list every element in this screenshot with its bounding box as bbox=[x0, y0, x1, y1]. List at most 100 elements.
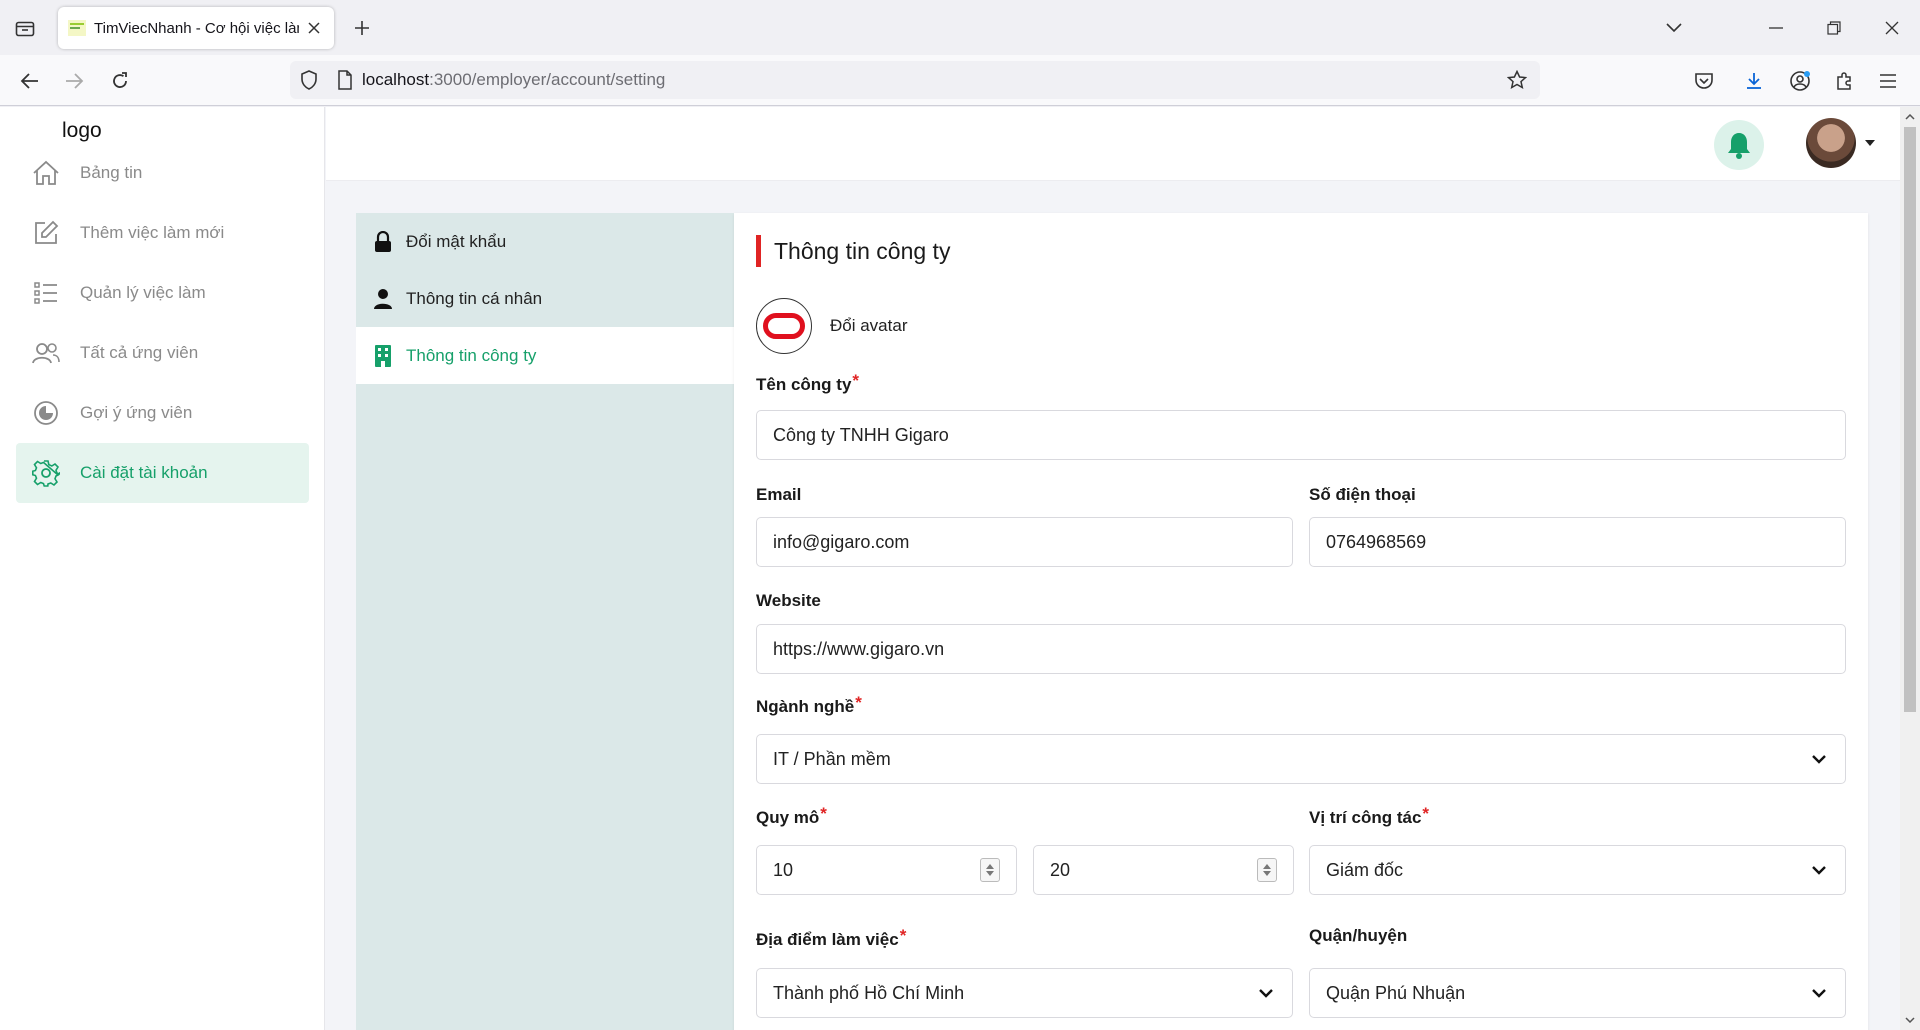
url-bar[interactable]: localhost:3000/employer/account/setting bbox=[290, 61, 1540, 99]
company-logo-ring bbox=[763, 313, 805, 339]
required-mark: * bbox=[1422, 804, 1430, 823]
tab-list-icon[interactable] bbox=[12, 16, 38, 40]
sidebar: logo Bảng tin Thêm việc làm mới Quản lý … bbox=[0, 107, 325, 1030]
pie-icon bbox=[30, 397, 62, 429]
scroll-down-icon[interactable] bbox=[1904, 1014, 1916, 1026]
users-icon bbox=[30, 337, 62, 369]
menu-item-personal-info[interactable]: Thông tin cá nhân bbox=[356, 270, 734, 327]
chevron-down-icon bbox=[1809, 749, 1829, 769]
extensions-icon[interactable] bbox=[1828, 65, 1860, 97]
home-icon bbox=[30, 157, 62, 189]
company-logo[interactable] bbox=[756, 298, 812, 354]
account-icon[interactable] bbox=[1784, 65, 1816, 97]
industry-value: IT / Phần mềm bbox=[773, 748, 891, 769]
industry-label: Ngành nghề* bbox=[756, 693, 862, 717]
sidebar-item-account-settings[interactable]: Cài đặt tài khoản bbox=[16, 443, 309, 503]
location-select[interactable]: Thành phố Hồ Chí Minh bbox=[756, 968, 1293, 1018]
size-min-input[interactable]: 10 bbox=[756, 845, 1017, 895]
back-icon[interactable] bbox=[14, 65, 46, 97]
size-max-value: 20 bbox=[1050, 859, 1071, 880]
reload-icon[interactable] bbox=[104, 65, 136, 97]
chevron-down-icon bbox=[1256, 983, 1276, 1003]
phone-value: 0764968569 bbox=[1326, 531, 1427, 552]
location-label: Địa điểm làm việc* bbox=[756, 926, 906, 950]
sidebar-item-news[interactable]: Bảng tin bbox=[16, 143, 309, 203]
position-select[interactable]: Giám đốc bbox=[1309, 845, 1846, 895]
user-icon bbox=[372, 288, 394, 310]
email-input[interactable]: info@gigaro.com bbox=[756, 517, 1293, 567]
menu-item-label: Đổi mật khẩu bbox=[406, 231, 507, 251]
industry-label-text: Ngành nghề bbox=[756, 697, 855, 716]
sidebar-item-add-job[interactable]: Thêm việc làm mới bbox=[16, 203, 309, 263]
district-select[interactable]: Quận Phú Nhuận bbox=[1309, 968, 1846, 1018]
size-label-text: Quy mô bbox=[756, 808, 820, 827]
notification-bell-icon[interactable] bbox=[1714, 120, 1764, 170]
menu-item-change-password[interactable]: Đổi mật khẩu bbox=[356, 213, 734, 270]
company-name-input[interactable]: Công ty TNHH Gigaro bbox=[756, 410, 1846, 460]
restore-icon[interactable] bbox=[1820, 14, 1848, 42]
new-tab-button[interactable] bbox=[348, 14, 376, 42]
page-scrollbar[interactable] bbox=[1900, 107, 1920, 1030]
number-stepper-icon[interactable] bbox=[1257, 858, 1277, 882]
location-value: Thành phố Hồ Chí Minh bbox=[773, 982, 965, 1003]
url-host: localhost bbox=[362, 70, 430, 89]
sidebar-item-label: Cài đặt tài khoản bbox=[80, 463, 208, 482]
close-window-icon[interactable] bbox=[1878, 14, 1906, 42]
bookmark-star-icon[interactable] bbox=[1506, 69, 1528, 91]
scroll-up-icon[interactable] bbox=[1904, 111, 1916, 123]
logo[interactable]: logo bbox=[62, 119, 102, 143]
minimize-icon[interactable] bbox=[1762, 14, 1790, 42]
url-path: :3000/employer/account/setting bbox=[429, 70, 666, 89]
sidebar-item-all-candidates[interactable]: Tất cả ứng viên bbox=[16, 323, 309, 383]
menu-item-label: Thông tin cá nhân bbox=[406, 288, 543, 308]
position-label-text: Vị trí công tác bbox=[1309, 808, 1422, 827]
pocket-icon[interactable] bbox=[1688, 65, 1720, 97]
required-mark: * bbox=[855, 693, 862, 712]
shield-icon[interactable] bbox=[298, 69, 320, 91]
user-avatar[interactable] bbox=[1806, 118, 1856, 168]
phone-input[interactable]: 0764968569 bbox=[1309, 517, 1846, 567]
size-label: Quy mô* bbox=[756, 804, 827, 828]
chevron-down-icon bbox=[1809, 983, 1829, 1003]
sidebar-item-manage-jobs[interactable]: Quản lý việc làm bbox=[16, 263, 309, 323]
district-label: Quận/huyện bbox=[1309, 926, 1408, 945]
website-value: https://www.gigaro.vn bbox=[773, 638, 945, 659]
page-icon[interactable] bbox=[334, 69, 356, 91]
company-info-form: Thông tin công ty Đổi avatar Tên công ty… bbox=[734, 213, 1868, 1030]
close-tab-icon[interactable] bbox=[304, 18, 324, 38]
browser-tab[interactable]: TimViecNhanh - Cơ hội việc làm bbox=[58, 7, 334, 49]
required-mark: * bbox=[899, 926, 907, 945]
forward-icon[interactable] bbox=[58, 65, 90, 97]
website-label: Website bbox=[756, 591, 821, 610]
email-label: Email bbox=[756, 485, 802, 504]
location-label-text: Địa điểm làm việc bbox=[756, 930, 899, 949]
avatar-row: Đổi avatar bbox=[756, 298, 907, 354]
change-avatar-link[interactable]: Đổi avatar bbox=[830, 316, 907, 336]
building-icon bbox=[372, 344, 394, 367]
sidebar-item-label: Bảng tin bbox=[80, 163, 143, 182]
list-all-tabs-icon[interactable] bbox=[1660, 14, 1688, 42]
sidebar-item-suggested-candidates[interactable]: Gợi ý ứng viên bbox=[16, 383, 309, 443]
website-input[interactable]: https://www.gigaro.vn bbox=[756, 624, 1846, 674]
downloads-icon[interactable] bbox=[1738, 65, 1770, 97]
industry-select[interactable]: IT / Phần mềm bbox=[756, 734, 1846, 784]
sidebar-item-label: Gợi ý ứng viên bbox=[80, 403, 193, 422]
company-name-label: Tên công ty* bbox=[756, 371, 859, 395]
scrollbar-thumb[interactable] bbox=[1904, 127, 1916, 712]
position-value: Giám đốc bbox=[1326, 859, 1404, 880]
menu-icon[interactable] bbox=[1872, 65, 1904, 97]
position-label: Vị trí công tác* bbox=[1309, 804, 1429, 828]
top-header bbox=[326, 107, 1900, 181]
phone-label: Số điện thoại bbox=[1309, 485, 1416, 504]
page-content: logo Bảng tin Thêm việc làm mới Quản lý … bbox=[0, 107, 1900, 1030]
gear-icon bbox=[30, 457, 62, 489]
edit-icon bbox=[30, 217, 62, 249]
menu-item-company-info[interactable]: Thông tin công ty bbox=[356, 327, 734, 384]
avatar-dropdown-caret-icon[interactable] bbox=[1865, 140, 1875, 146]
lock-icon bbox=[372, 230, 394, 253]
size-max-input[interactable]: 20 bbox=[1033, 845, 1294, 895]
form-title: Thông tin công ty bbox=[756, 235, 950, 267]
sidebar-item-label: Quản lý việc làm bbox=[80, 283, 206, 302]
browser-tab-bar: TimViecNhanh - Cơ hội việc làm bbox=[0, 0, 1920, 55]
number-stepper-icon[interactable] bbox=[980, 858, 1000, 882]
